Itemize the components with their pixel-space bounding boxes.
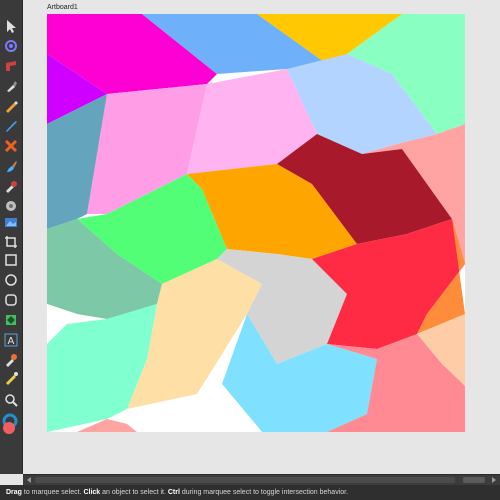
primary-color-swatch — [3, 422, 15, 434]
artboard[interactable] — [47, 14, 465, 432]
ellipse-tool-icon[interactable] — [3, 272, 19, 288]
tools-panel: A — [0, 0, 23, 474]
paint-brush-icon[interactable] — [3, 158, 19, 174]
eyedropper-tool-icon[interactable] — [3, 352, 19, 368]
shape-tool-icon[interactable] — [3, 312, 19, 328]
color-picker-icon[interactable] — [3, 178, 19, 194]
vector-brush-icon[interactable] — [3, 118, 19, 134]
artboard-title[interactable]: Artboard1 — [47, 4, 78, 11]
fill-tool-icon[interactable] — [3, 58, 19, 74]
gradient-tool-icon[interactable] — [3, 370, 19, 386]
place-image-icon[interactable] — [3, 214, 19, 230]
move-tool-icon[interactable] — [3, 18, 19, 34]
color-selector[interactable] — [2, 413, 18, 440]
zoom-tool-icon[interactable] — [3, 392, 19, 408]
status-keyword-drag: Drag — [6, 489, 22, 496]
svg-text:A: A — [8, 336, 15, 347]
rounded-rectangle-icon[interactable] — [3, 292, 19, 308]
crop-tool-icon[interactable] — [3, 234, 19, 250]
pencil-tool-icon[interactable] — [3, 98, 19, 114]
scrollbar-track[interactable] — [35, 477, 455, 483]
scroll-right-icon[interactable] — [490, 476, 498, 484]
transparency-tool-icon[interactable] — [3, 198, 19, 214]
status-keyword-click: Click — [83, 489, 101, 496]
status-text-1: to marquee select. — [21, 489, 84, 496]
status-keyword-ctrl: Ctrl — [167, 489, 180, 496]
status-text-3: during marquee select to toggle intersec… — [179, 489, 349, 496]
scroll-left-icon[interactable] — [25, 476, 33, 484]
artistic-text-icon[interactable]: A — [3, 332, 19, 348]
context-toolbar-icon[interactable] — [3, 38, 19, 54]
status-bar: Drag to marquee select. Click an object … — [0, 485, 500, 500]
rectangle-tool-icon[interactable] — [3, 252, 19, 268]
parallelogram-pattern[interactable] — [47, 14, 465, 432]
pen-tool-icon[interactable] — [3, 78, 19, 94]
status-text-2: an object to select it. — [100, 489, 168, 496]
scrollbar-thumb[interactable] — [463, 477, 485, 483]
fill-brush-icon[interactable] — [3, 138, 19, 154]
